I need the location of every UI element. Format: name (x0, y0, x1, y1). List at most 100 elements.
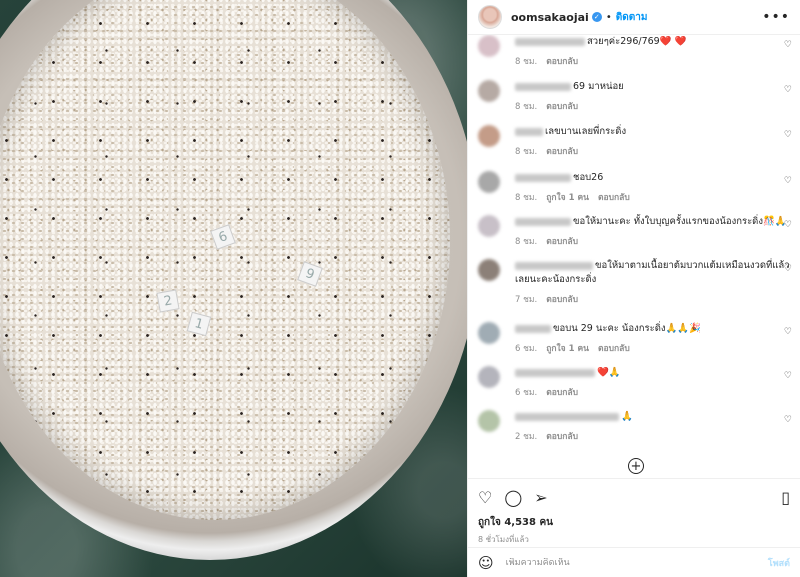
comment-line: สวยๆค่ะ296/769❤️ ❤️ (515, 35, 792, 49)
comment-body: 🙏 2 ชม. ตอบกลับ (515, 410, 792, 443)
blurred-username[interactable] (515, 37, 585, 46)
avatar[interactable] (478, 366, 500, 388)
comment-text: ❤️🙏 (597, 367, 621, 378)
action-bar: ♡ ◯ ➢ ▯ (478, 485, 790, 509)
comment-line: ชอบ26 (515, 171, 792, 185)
comment-icon[interactable]: ◯ (504, 488, 522, 507)
heart-icon[interactable]: ♡ (478, 488, 492, 507)
more-options-icon[interactable]: ••• (762, 9, 790, 25)
comment-like-heart-icon[interactable]: ♡ (784, 415, 792, 425)
comment-likes[interactable]: ถูกใจ 1 คน (546, 341, 589, 355)
avatar[interactable] (478, 259, 500, 281)
comment-meta: 8 ชม. ถูกใจ 1 คน ตอบกลับ (515, 190, 792, 204)
plus-circle-icon[interactable]: + (628, 458, 644, 474)
verified-badge-icon: ✓ (591, 12, 602, 22)
comment-text: 🙏 (621, 411, 633, 422)
post-actions: ♡ ◯ ➢ ▯ ถูกใจ 4,538 คน 8 ชั่วโมงที่แล้ว (468, 478, 800, 546)
comment-body: ขอให้มานะคะ ทั้งใบบุญครั้งแรกของน้องกระด… (515, 215, 792, 248)
comment-like-heart-icon[interactable]: ♡ (784, 40, 792, 50)
comment-composer: ☺ โพสต์ (468, 547, 800, 577)
comment-item: ชอบ26 8 ชม. ถูกใจ 1 คน ตอบกลับ ♡ (478, 171, 792, 204)
comment-time: 6 ชม. (515, 388, 538, 398)
avatar[interactable] (478, 322, 500, 344)
comment-meta: 7 ชม. ตอบกลับ (515, 292, 792, 306)
comment-like-heart-icon[interactable]: ♡ (784, 264, 792, 274)
comment-meta: 8 ชม. ตอบกลับ (515, 54, 792, 68)
reply-button[interactable]: ตอบกลับ (546, 234, 578, 248)
comment-time: 6 ชม. (515, 344, 538, 354)
comment-text: ชอบ26 (573, 172, 604, 183)
comment-time: 7 ชม. (515, 295, 538, 305)
comment-like-heart-icon[interactable]: ♡ (784, 371, 792, 381)
comment-body: 69 มาหน่อย 8 ชม. ตอบกลับ (515, 80, 792, 113)
avatar[interactable] (478, 125, 500, 147)
username[interactable]: oomsakaojai (511, 11, 589, 24)
avatar[interactable] (478, 80, 500, 102)
comment-line: ขอให้มาตามเนื้อยาต้มบวกแต้มเหมือนงวดที่แ… (515, 259, 792, 287)
avatar[interactable] (478, 5, 502, 29)
reply-button[interactable]: ตอบกลับ (598, 341, 630, 355)
comment-meta: 2 ชม. ตอบกลับ (515, 429, 792, 443)
comment-body: ขอบน 29 นะคะ น้องกระดิ่ง🙏🙏🎉 6 ชม. ถูกใจ 1 … (515, 322, 792, 355)
blurred-username[interactable] (515, 368, 595, 377)
blurred-username[interactable] (515, 127, 543, 136)
number-tag: 2 (156, 289, 180, 313)
reply-button[interactable]: ตอบกลับ (546, 54, 578, 68)
comment-time: 8 ชม. (515, 57, 538, 67)
reply-button[interactable]: ตอบกลับ (546, 292, 578, 306)
post-timestamp: 8 ชั่วโมงที่แล้ว (478, 535, 529, 544)
post-comment-button[interactable]: โพสต์ (768, 556, 790, 570)
comment-item: ขอให้มาตามเนื้อยาต้มบวกแต้มเหมือนงวดที่แ… (478, 259, 792, 306)
comment-like-heart-icon[interactable]: ♡ (784, 85, 792, 95)
comment-like-heart-icon[interactable]: ♡ (784, 130, 792, 140)
reply-button[interactable]: ตอบกลับ (546, 144, 578, 158)
follow-button[interactable]: ติดตาม (616, 10, 648, 25)
blurred-username[interactable] (515, 324, 551, 333)
comment-text: ขอให้มานะคะ ทั้งใบบุญครั้งแรกของน้องกระด… (573, 216, 787, 227)
emoji-icon[interactable]: ☺ (478, 554, 494, 572)
avatar[interactable] (478, 35, 500, 57)
comment-like-heart-icon[interactable]: ♡ (784, 220, 792, 230)
comment-line: ขอบน 29 นะคะ น้องกระดิ่ง🙏🙏🎉 (515, 322, 792, 336)
comment-meta: 6 ชม. ตอบกลับ (515, 385, 792, 399)
comment-time: 2 ชม. (515, 432, 538, 442)
comment-time: 8 ชม. (515, 147, 538, 157)
bookmark-icon[interactable]: ▯ (781, 488, 790, 507)
comment-line: 🙏 (515, 410, 792, 424)
reply-button[interactable]: ตอบกลับ (546, 99, 578, 113)
comment-item: ขอบน 29 นะคะ น้องกระดิ่ง🙏🙏🎉 6 ชม. ถูกใจ 1 … (478, 322, 792, 355)
avatar[interactable] (478, 410, 500, 432)
post-photo[interactable]: 6 9 2 1 (0, 0, 467, 577)
comment-text: ขอบน 29 นะคะ น้องกระดิ่ง🙏🙏🎉 (553, 323, 702, 334)
comment-item: เลขบานเลยพี่กระดิ่ง 8 ชม. ตอบกลับ ♡ (478, 125, 792, 158)
comment-item: สวยๆค่ะ296/769❤️ ❤️ 8 ชม. ตอบกลับ ♡ (478, 35, 792, 68)
comment-time: 8 ชม. (515, 193, 538, 203)
comment-input[interactable] (505, 557, 768, 568)
comment-likes[interactable]: ถูกใจ 1 คน (546, 190, 589, 204)
comment-meta: 8 ชม. ตอบกลับ (515, 99, 792, 113)
comment-body: ขอให้มาตามเนื้อยาต้มบวกแต้มเหมือนงวดที่แ… (515, 259, 792, 306)
comment-time: 8 ชม. (515, 237, 538, 247)
like-count[interactable]: ถูกใจ 4,538 คน (478, 515, 790, 530)
comment-item: ❤️🙏 6 ชม. ตอบกลับ ♡ (478, 366, 792, 399)
blurred-username[interactable] (515, 261, 593, 270)
comment-like-heart-icon[interactable]: ♡ (784, 176, 792, 186)
comment-line: 69 มาหน่อย (515, 80, 792, 94)
comments-list: + สวยๆค่ะ296/769❤️ ❤️ 8 ชม. ตอบกลับ ♡ 69 มาห… (468, 35, 800, 478)
comment-text: สวยๆค่ะ296/769❤️ ❤️ (587, 36, 687, 47)
share-icon[interactable]: ➢ (534, 488, 547, 507)
comment-like-heart-icon[interactable]: ♡ (784, 327, 792, 337)
comment-line: เลขบานเลยพี่กระดิ่ง (515, 125, 792, 139)
blurred-username[interactable] (515, 412, 619, 421)
blurred-username[interactable] (515, 173, 571, 182)
reply-button[interactable]: ตอบกลับ (598, 190, 630, 204)
blurred-username[interactable] (515, 82, 571, 91)
comment-time: 8 ชม. (515, 102, 538, 112)
reply-button[interactable]: ตอบกลับ (546, 429, 578, 443)
avatar[interactable] (478, 215, 500, 237)
comment-line: ขอให้มานะคะ ทั้งใบบุญครั้งแรกของน้องกระด… (515, 215, 792, 229)
blurred-username[interactable] (515, 217, 571, 226)
comment-meta: 8 ชม. ตอบกลับ (515, 144, 792, 158)
reply-button[interactable]: ตอบกลับ (546, 385, 578, 399)
avatar[interactable] (478, 171, 500, 193)
